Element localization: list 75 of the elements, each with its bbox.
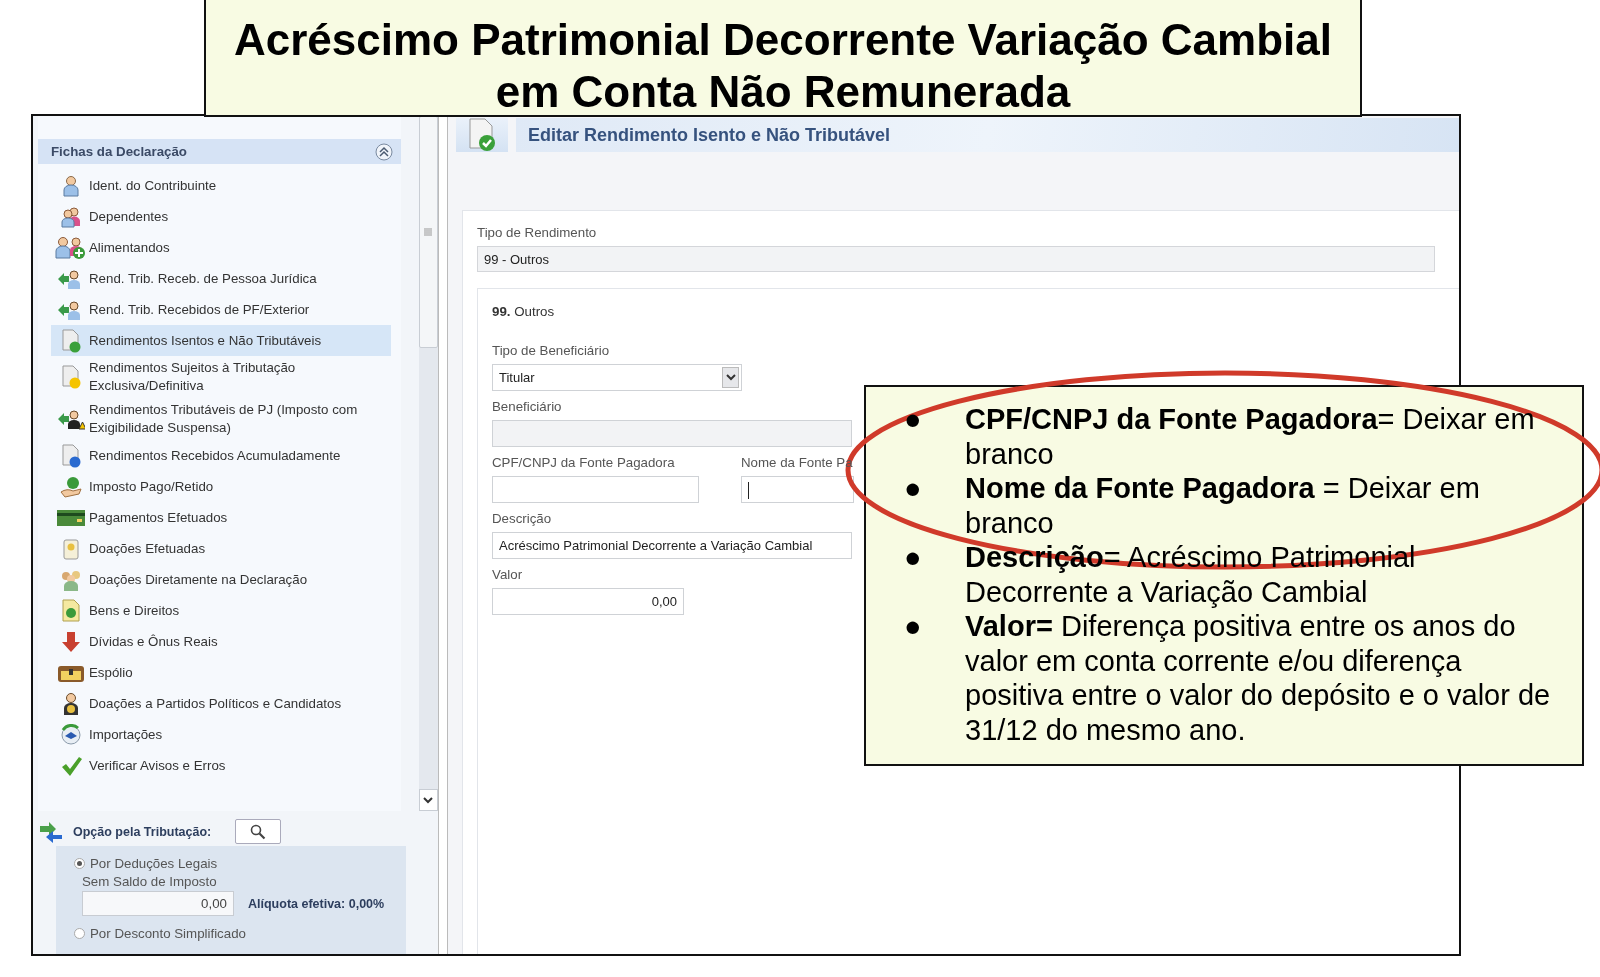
input-field[interactable] bbox=[492, 476, 699, 503]
balance-label: Sem Saldo de Imposto bbox=[82, 874, 218, 889]
callout-text: CPF/CNPJ da Fonte Pagadora= Deixar em branco bbox=[965, 402, 1536, 471]
slide-title: Acréscimo Patrimonial Decorrente Variação Cambial em Conta Não Remunerada bbox=[233, 14, 1333, 118]
sidebar-item[interactable]: Rendimentos Tributáveis de PJ (Imposto com Exigibilidade Suspensa) bbox=[51, 398, 391, 440]
scroll-down-button[interactable] bbox=[418, 789, 438, 811]
field-label: CPF/CNPJ da Fonte Pagadora bbox=[492, 455, 675, 470]
arrow-person-icon bbox=[57, 408, 85, 430]
bullet: ● bbox=[904, 540, 923, 575]
sidebar-item[interactable]: Doações Efetuadas bbox=[51, 533, 391, 564]
bullet: ● bbox=[904, 471, 923, 506]
people-icon bbox=[59, 568, 83, 591]
sidebar-item[interactable]: Rendimentos Isentos e Não Tributáveis bbox=[51, 325, 391, 356]
swap-arrows-icon bbox=[39, 820, 63, 843]
people-icon bbox=[60, 205, 82, 228]
document-coin-icon bbox=[60, 598, 82, 623]
person-coin-icon bbox=[61, 691, 81, 716]
coin-hand-icon bbox=[59, 475, 83, 498]
sidebar-item[interactable]: Dependentes bbox=[51, 201, 391, 232]
field-label: Valor bbox=[492, 567, 523, 582]
check-icon bbox=[60, 754, 82, 777]
sidebar-item[interactable]: Importações bbox=[51, 719, 391, 750]
sidebar-item[interactable]: Ident. do Contribuinte bbox=[51, 170, 391, 201]
callout-text: Nome da Fonte Pagadora = Deixar em branco bbox=[965, 471, 1481, 540]
sidebar-item[interactable]: Pagamentos Efetuados bbox=[51, 502, 391, 533]
scrollbar-thumb[interactable] bbox=[418, 116, 438, 348]
globe-icon bbox=[60, 723, 82, 746]
form-title: Editar Rendimento Isento e Não Tributável bbox=[516, 118, 1459, 152]
tax-option-label: Opção pela Tributação: bbox=[73, 824, 212, 839]
down-arrow-icon bbox=[61, 630, 81, 653]
section-title: 99. Outros bbox=[492, 304, 556, 319]
field-label: Tipo de Rendimento bbox=[477, 225, 598, 240]
collapse-icon[interactable] bbox=[374, 142, 393, 161]
field-label: Descrição bbox=[492, 511, 552, 526]
sidebar-item[interactable]: Rendimentos Recebidos Acumuladamente bbox=[51, 440, 391, 471]
radio-label[interactable]: Por Desconto Simplificado bbox=[90, 925, 246, 941]
chevron-down-icon bbox=[423, 796, 434, 804]
chevron-down-icon bbox=[725, 374, 736, 381]
field-label: Beneficiário bbox=[492, 399, 562, 414]
sidebar-item[interactable]: Espólio bbox=[51, 657, 391, 688]
dropdown[interactable]: Titular bbox=[492, 364, 742, 391]
sidebar-item[interactable]: Dívidas e Ônus Reais bbox=[51, 626, 391, 657]
input-field[interactable]: Acréscimo Patrimonial Decorrente a Variação Cambial bbox=[492, 532, 852, 559]
document-arrow-icon bbox=[60, 443, 82, 468]
radio-button[interactable] bbox=[74, 857, 85, 869]
sidebar-item[interactable]: Rend. Trib. Receb. de Pessoa Jurídica bbox=[51, 263, 391, 294]
panel-title: Fichas da Declaração bbox=[51, 144, 187, 159]
people-add-icon bbox=[55, 235, 87, 260]
sidebar-item[interactable]: Doações Diretamente na Declaração bbox=[51, 564, 391, 595]
search-button[interactable] bbox=[235, 819, 282, 844]
jar-icon bbox=[61, 537, 81, 560]
sidebar-item[interactable]: Rend. Trib. Recebidos de PF/Exterior bbox=[51, 294, 391, 325]
card-icon bbox=[57, 508, 85, 527]
callout-text: Valor= Diferença positiva entre os anos do valor em conta corrente e/ou diferença positiva entre o valor do depósito e o valor de 31/12 do mesmo ano. bbox=[965, 609, 1552, 747]
sidebar-item[interactable]: Doações a Partidos Políticos e Candidatos bbox=[51, 688, 391, 719]
search-icon bbox=[250, 823, 267, 840]
grip-icon bbox=[424, 228, 433, 236]
input-field[interactable] bbox=[741, 476, 854, 503]
input-field[interactable]: 0,00 bbox=[492, 588, 684, 615]
sidebar-item[interactable]: Verificar Avisos e Erros bbox=[51, 750, 391, 781]
document-check-icon bbox=[60, 328, 82, 353]
person-icon bbox=[61, 174, 81, 197]
scrollbar[interactable] bbox=[418, 116, 438, 811]
sidebar-item[interactable]: Rendimentos Sujeitos à Tributação Exclusiva/Definitiva bbox=[51, 356, 391, 398]
balance-field: 0,00 bbox=[82, 891, 234, 916]
income-type-field: 99 - Outros bbox=[477, 246, 1435, 272]
field-label: Tipo de Beneficiário bbox=[492, 343, 610, 358]
document-warning-icon bbox=[60, 365, 82, 389]
bullet: ● bbox=[904, 609, 923, 644]
sidebar-item[interactable]: Imposto Pago/Retido bbox=[51, 471, 391, 502]
radio-button[interactable] bbox=[74, 927, 85, 939]
radio-label[interactable]: Por Deduções Legais bbox=[90, 855, 218, 871]
sidebar-item[interactable]: Bens e Direitos bbox=[51, 595, 391, 626]
rate-text: Alíquota efetiva: 0,00% bbox=[248, 896, 385, 911]
sidebar-item[interactable]: Alimentandos bbox=[51, 232, 391, 263]
